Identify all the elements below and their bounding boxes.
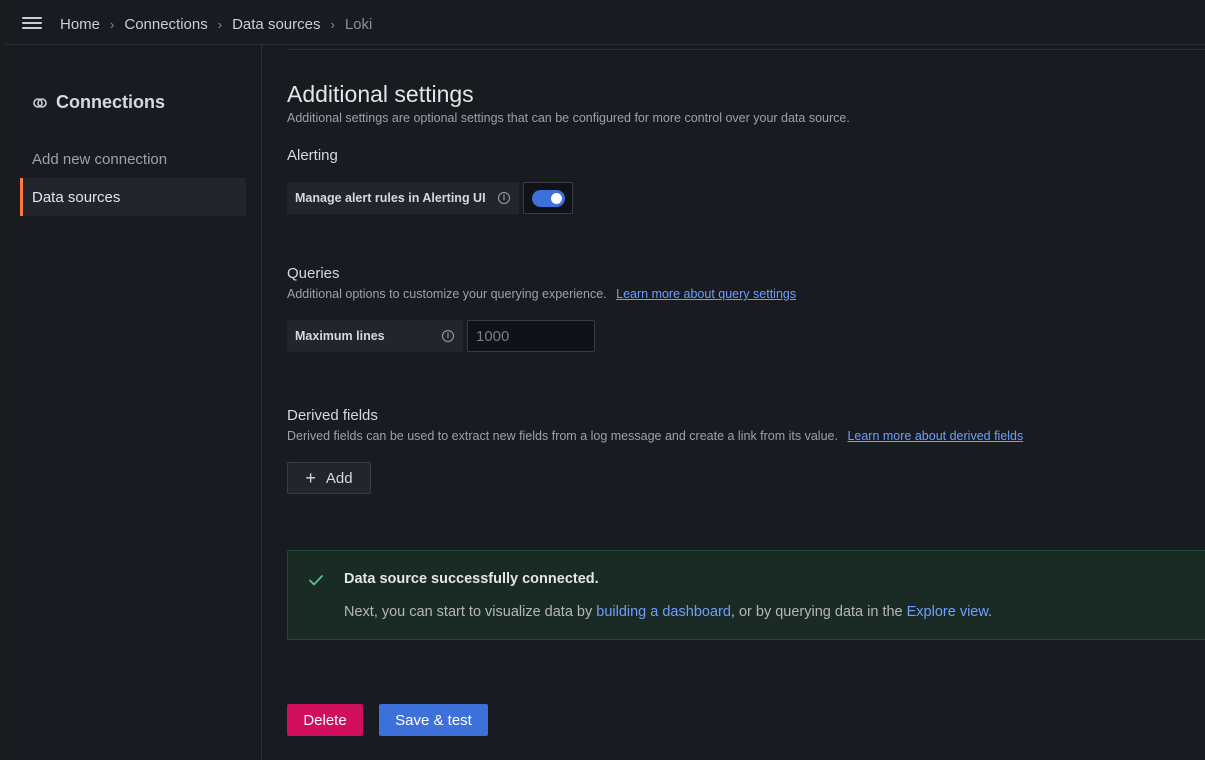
breadcrumb-home[interactable]: Home — [60, 16, 100, 33]
sidebar: Connections Add new connection Data sour… — [5, 45, 262, 760]
sidebar-title: Connections — [56, 92, 166, 112]
derived-description-text: Derived fields can be used to extract ne… — [287, 429, 838, 443]
max-lines-label-text: Maximum lines — [295, 329, 385, 343]
alerting-title: Alerting — [287, 147, 338, 164]
success-alert: Data source successfully connected. Next… — [287, 550, 1205, 640]
breadcrumb-separator: › — [217, 16, 223, 32]
derived-fields-title: Derived fields — [287, 407, 378, 424]
derived-fields-description: Derived fields can be used to extract ne… — [287, 429, 1023, 443]
sidebar-item-add-new-connection[interactable]: Add new connection — [20, 140, 246, 178]
sidebar-header: Connections — [32, 92, 165, 113]
page-title: Additional settings — [287, 81, 474, 107]
queries-description-text: Additional options to customize your que… — [287, 287, 607, 301]
check-icon — [309, 575, 323, 586]
page-description: Additional settings are optional setting… — [287, 111, 850, 125]
toggle-switch[interactable] — [531, 189, 565, 207]
sidebar-item-data-sources[interactable]: Data sources — [20, 178, 246, 216]
alert-text: Next, you can start to visualize data by… — [344, 604, 992, 620]
sidebar-item-label: Data sources — [32, 188, 121, 206]
building-dashboard-link[interactable]: building a dashboard — [596, 604, 731, 620]
main-content: Additional settings Additional settings … — [262, 45, 1205, 760]
max-lines-label: Maximum lines i — [287, 320, 463, 352]
toggle-knob — [550, 192, 562, 204]
info-icon[interactable]: i — [498, 192, 510, 204]
save-and-test-button[interactable]: Save & test — [379, 704, 488, 736]
breadcrumb-separator: › — [110, 16, 115, 32]
query-settings-link[interactable]: Learn more about query settings — [616, 287, 796, 301]
max-lines-input[interactable] — [467, 320, 595, 352]
alert-text-middle: , or by querying data in the — [730, 604, 907, 620]
derived-fields-link[interactable]: Learn more about derived fields — [847, 429, 1023, 443]
alert-text-before: Next, you can start to visualize data by — [344, 604, 597, 620]
queries-title: Queries — [287, 265, 340, 282]
alerting-toggle[interactable] — [523, 182, 573, 214]
breadcrumb-connections[interactable]: Connections — [124, 16, 207, 33]
breadcrumb-data-sources[interactable]: Data sources — [232, 16, 320, 33]
delete-button[interactable]: Delete — [287, 704, 363, 736]
alerting-field-label: Manage alert rules in Alerting UI i — [287, 182, 519, 214]
divider — [287, 49, 1205, 50]
connections-icon — [33, 97, 47, 108]
sidebar-item-label: Add new connection — [32, 150, 168, 168]
menu-icon[interactable] — [22, 15, 42, 31]
app-frame: Home › Connections › Data sources › Loki… — [0, 0, 1205, 760]
plus-icon: + — [305, 468, 316, 488]
queries-description: Additional options to customize your que… — [287, 287, 796, 301]
info-icon[interactable]: i — [442, 330, 454, 342]
alert-title: Data source successfully connected. — [344, 571, 599, 587]
breadcrumb-current: Loki — [344, 15, 373, 33]
top-bar: Home › Connections › Data sources › Loki — [5, 0, 1205, 45]
alerting-label-text: Manage alert rules in Alerting UI — [295, 191, 486, 205]
breadcrumb: Home › Connections › Data sources › Loki — [60, 14, 372, 34]
add-derived-field-button[interactable]: + Add — [287, 462, 371, 494]
breadcrumb-separator: › — [330, 16, 335, 32]
add-button-label: Add — [325, 469, 353, 487]
explore-view-link[interactable]: Explore view — [907, 604, 988, 620]
alert-text-after: . — [988, 604, 993, 620]
